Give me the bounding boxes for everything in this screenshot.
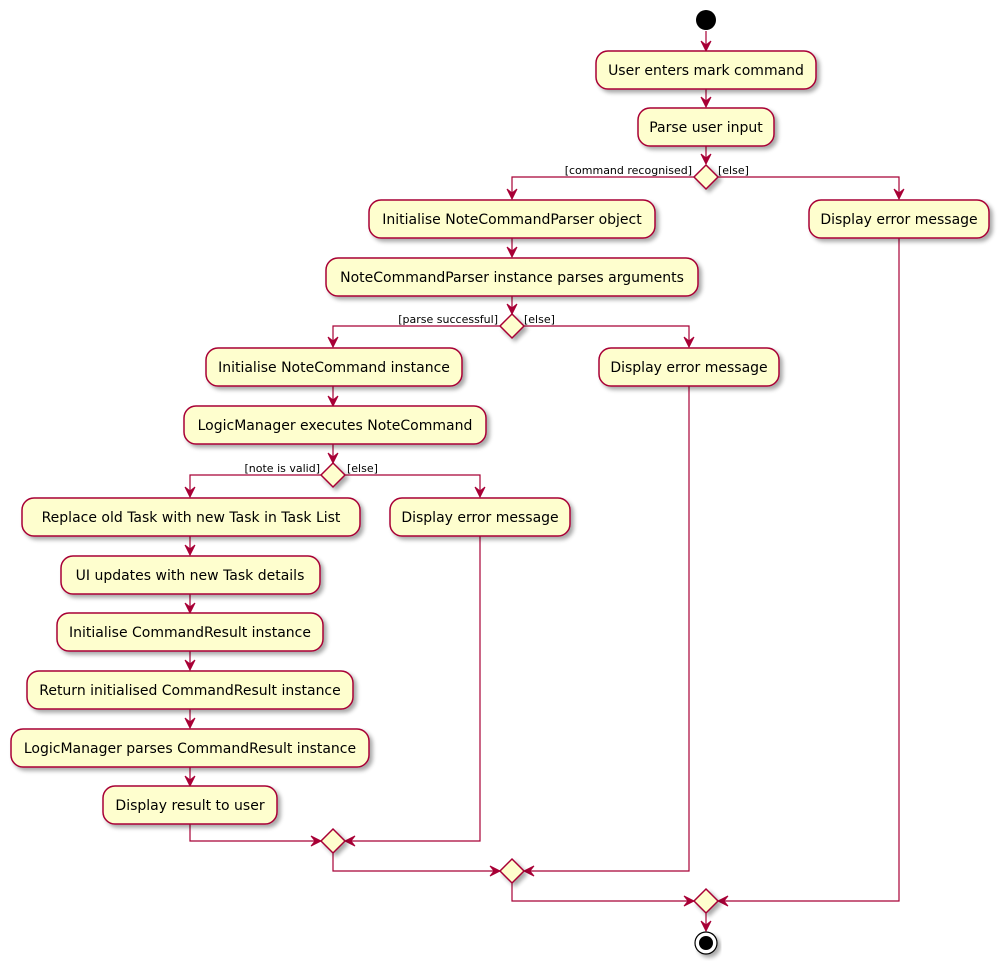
action-label: Display error message: [401, 510, 558, 526]
action-node: Initialise CommandResult instance: [56, 612, 324, 652]
action-node: Initialise NoteCommand instance: [205, 347, 463, 387]
guard-label: [parse successful]: [398, 313, 498, 326]
action-node: LogicManager parses CommandResult instan…: [10, 728, 370, 768]
guard-label: [note is valid]: [245, 462, 321, 475]
decision-diamond: [692, 163, 720, 191]
edge-e3-m3: [345, 536, 481, 842]
action-node: Replace old Task with new Task in Task L…: [21, 497, 361, 537]
action-node: Parse user input: [637, 107, 775, 147]
action-node: Return initialised CommandResult instanc…: [26, 670, 354, 710]
action-label: LogicManager executes NoteCommand: [198, 418, 473, 434]
edge-d1-n3: [511, 176, 694, 199]
edge-d2-e2: [524, 325, 690, 347]
action-node: User enters mark command: [595, 50, 817, 90]
merge-diamond: [692, 887, 720, 915]
decision-diamond: [498, 312, 526, 340]
action-label: NoteCommandParser instance parses argume…: [340, 270, 684, 286]
error-node: Display error message: [598, 347, 780, 387]
action-node: NoteCommandParser instance parses argume…: [325, 257, 699, 297]
action-label: Display error message: [820, 212, 977, 228]
guard-label: [command recognised]: [565, 164, 692, 177]
action-label: Display error message: [610, 360, 767, 376]
action-label: Display result to user: [115, 798, 264, 814]
edge-m2-m1: [511, 883, 694, 902]
edge-n12-m3: [189, 824, 321, 842]
action-label: Initialise CommandResult instance: [69, 625, 311, 641]
edge-d3-e3: [345, 474, 481, 497]
error-node: Display error message: [808, 199, 990, 239]
merge-diamond: [498, 857, 526, 885]
action-label: LogicManager parses CommandResult instan…: [24, 741, 356, 757]
action-node: Display result to user: [102, 785, 278, 825]
action-label: Replace old Task with new Task in Task L…: [42, 510, 341, 526]
arrowheads: [184, 40, 905, 933]
edge-d1-e1: [718, 176, 900, 199]
guard-label: [else]: [524, 313, 555, 326]
error-node: Display error message: [389, 497, 571, 537]
edge-e1-m1: [718, 237, 900, 902]
edge-d2-n5: [332, 325, 500, 347]
edges: [189, 31, 900, 931]
action-label: Return initialised CommandResult instanc…: [39, 683, 341, 699]
end-node: [694, 931, 718, 955]
edge-m3-m2: [332, 853, 500, 872]
action-label: Initialise NoteCommand instance: [218, 360, 450, 376]
action-label: User enters mark command: [608, 63, 804, 79]
action-node: Initialise NoteCommandParser object: [368, 199, 656, 239]
merge-diamond: [319, 827, 347, 855]
action-node: LogicManager executes NoteCommand: [183, 405, 487, 445]
action-label: Initialise NoteCommandParser object: [382, 212, 642, 228]
action-node: UI updates with new Task details: [60, 555, 321, 595]
decision-diamond: [319, 461, 347, 489]
activity-diagram: User enters mark command Parse user inpu…: [10, 10, 990, 955]
action-label: Parse user input: [649, 120, 763, 136]
action-label: UI updates with new Task details: [76, 568, 305, 584]
guard-label: [else]: [718, 164, 749, 177]
start-node: [696, 10, 716, 30]
guard-label: [else]: [347, 462, 378, 475]
edge-e2-m2: [524, 386, 690, 872]
edge-d3-n7: [189, 474, 321, 497]
